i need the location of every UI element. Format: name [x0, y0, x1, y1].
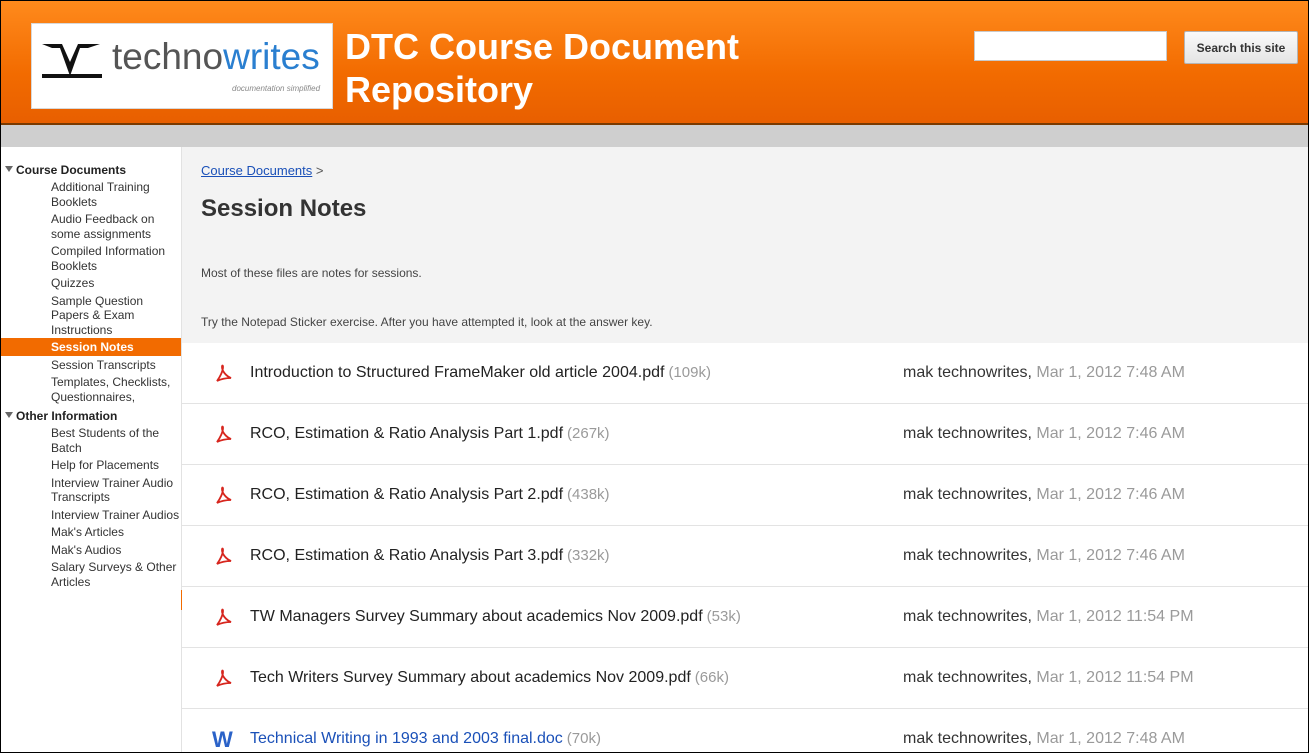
file-author: mak technowrites, — [903, 730, 1032, 747]
file-date: Mar 1, 2012 11:54 PM — [1036, 608, 1194, 625]
pdf-icon — [216, 486, 232, 504]
file-size: (109k) — [668, 364, 711, 381]
file-row[interactable]: TW Managers Survey Summary about academi… — [182, 587, 1308, 648]
sidebar-item-compiled-information-booklets[interactable]: Compiled Information Booklets — [1, 242, 182, 274]
file-author: mak technowrites, — [903, 669, 1032, 686]
sidebar-item-interview-trainer-transcripts[interactable]: Interview Trainer Audio Transcripts — [1, 474, 182, 506]
file-list: Introduction to Structured FrameMaker ol… — [182, 343, 1308, 752]
sidebar-item-sample-question-papers[interactable]: Sample Question Papers & Exam Instructio… — [1, 292, 182, 339]
file-name-text[interactable]: RCO, Estimation & Ratio Analysis Part 3.… — [250, 547, 563, 564]
breadcrumb-link-course-documents[interactable]: Course Documents — [201, 163, 312, 178]
file-author: mak technowrites, — [903, 425, 1032, 442]
site-title[interactable]: DTC Course Document Repository — [345, 25, 905, 111]
pdf-icon — [216, 547, 232, 565]
sidebar-item-session-notes[interactable]: Session Notes — [1, 338, 182, 356]
file-row[interactable]: RCO, Estimation & Ratio Analysis Part 1.… — [182, 404, 1308, 465]
file-author: mak technowrites, — [903, 486, 1032, 503]
file-meta: mak technowrites, Mar 1, 2012 7:46 AM — [903, 547, 1185, 565]
file-name[interactable]: TW Managers Survey Summary about academi… — [250, 608, 741, 626]
file-name-text[interactable]: RCO, Estimation & Ratio Analysis Part 1.… — [250, 425, 563, 442]
file-name-text[interactable]: TW Managers Survey Summary about academi… — [250, 608, 703, 625]
page-header-panel: Course Documents > Session Notes Most of… — [182, 147, 1308, 343]
file-size: (267k) — [567, 425, 610, 442]
file-author: mak technowrites, — [903, 547, 1032, 564]
file-size: (332k) — [567, 547, 610, 564]
file-row[interactable]: RCO, Estimation & Ratio Analysis Part 3.… — [182, 526, 1308, 587]
file-size: (66k) — [694, 669, 729, 686]
search-input[interactable] — [974, 31, 1167, 61]
file-row[interactable]: RCO, Estimation & Ratio Analysis Part 2.… — [182, 465, 1308, 526]
expand-triangle-icon[interactable] — [5, 166, 13, 172]
file-name[interactable]: RCO, Estimation & Ratio Analysis Part 1.… — [250, 425, 610, 443]
sidebar-item-maks-audios[interactable]: Mak's Audios — [1, 541, 182, 559]
logo-word-writes: writes — [223, 36, 320, 77]
file-meta: mak technowrites, Mar 1, 2012 11:54 PM — [903, 608, 1194, 626]
word-icon: W — [212, 727, 233, 752]
search-this-site-button[interactable]: Search this site — [1184, 31, 1298, 64]
breadcrumb-separator: > — [312, 163, 324, 178]
logo-tagline: documentation simplified — [232, 84, 321, 93]
browser-page: technowrites documentation simplified DT… — [0, 0, 1309, 753]
logo-word-techno: techno — [112, 36, 224, 77]
technowrites-logo-mark-icon — [42, 44, 102, 78]
sidebar-item-quizzes[interactable]: Quizzes — [1, 274, 182, 292]
file-date: Mar 1, 2012 7:48 AM — [1036, 364, 1185, 381]
file-name-text[interactable]: Introduction to Structured FrameMaker ol… — [250, 364, 664, 381]
file-author: mak technowrites, — [903, 608, 1032, 625]
file-name[interactable]: Introduction to Structured FrameMaker ol… — [250, 364, 711, 382]
sidebar-item-interview-trainer-audios[interactable]: Interview Trainer Audios — [1, 506, 182, 524]
pdf-icon — [216, 425, 232, 443]
sidebar-item-best-students[interactable]: Best Students of the Batch — [1, 424, 182, 456]
sidebar-item-maks-articles[interactable]: Mak's Articles — [1, 523, 182, 541]
file-name[interactable]: RCO, Estimation & Ratio Analysis Part 3.… — [250, 547, 610, 565]
file-name-text[interactable]: Tech Writers Survey Summary about academ… — [250, 669, 691, 686]
file-name[interactable]: Tech Writers Survey Summary about academ… — [250, 669, 729, 687]
file-meta: mak technowrites, Mar 1, 2012 11:54 PM — [903, 669, 1194, 687]
file-size: (70k) — [566, 730, 601, 747]
file-date: Mar 1, 2012 7:46 AM — [1036, 547, 1185, 564]
pdf-icon — [216, 608, 232, 626]
page-description-line-2: Try the Notepad Sticker exercise. After … — [201, 315, 653, 329]
sidebar-section-course-documents[interactable]: Course Documents — [1, 147, 182, 178]
horizontal-nav-bar — [1, 125, 1308, 147]
sidebar-section-title[interactable]: Course Documents — [16, 163, 126, 177]
sidebar-item-salary-surveys[interactable]: Salary Surveys & Other Articles — [1, 558, 182, 590]
file-date: Mar 1, 2012 7:48 AM — [1036, 730, 1185, 747]
logo-wordmark: technowrites — [112, 36, 320, 78]
pdf-icon — [216, 669, 232, 687]
sidebar-item-help-for-placements[interactable]: Help for Placements — [1, 456, 182, 474]
file-meta: mak technowrites, Mar 1, 2012 7:48 AM — [903, 730, 1185, 748]
file-size: (53k) — [706, 608, 741, 625]
technowrites-logo[interactable]: technowrites documentation simplified — [31, 23, 333, 109]
file-size: (438k) — [567, 486, 610, 503]
page-description-line-1: Most of these files are notes for sessio… — [201, 266, 422, 280]
file-row[interactable]: Introduction to Structured FrameMaker ol… — [182, 343, 1308, 404]
sidebar-section-title[interactable]: Other Information — [16, 409, 117, 423]
pdf-icon — [216, 364, 232, 382]
page-title: Session Notes — [201, 195, 367, 222]
main-content: Course Documents > Session Notes Most of… — [182, 147, 1308, 752]
breadcrumb: Course Documents > — [201, 163, 324, 178]
sidebar-item-audio-feedback[interactable]: Audio Feedback on some assignments — [1, 210, 182, 242]
file-date: Mar 1, 2012 11:54 PM — [1036, 669, 1194, 686]
site-header: technowrites documentation simplified DT… — [1, 1, 1308, 125]
file-date: Mar 1, 2012 7:46 AM — [1036, 425, 1185, 442]
file-name-link[interactable]: Technical Writing in 1993 and 2003 final… — [250, 730, 563, 747]
expand-triangle-icon[interactable] — [5, 412, 13, 418]
file-name-text[interactable]: RCO, Estimation & Ratio Analysis Part 2.… — [250, 486, 563, 503]
sidebar-navigation: Course Documents Additional Training Boo… — [1, 147, 182, 752]
file-name[interactable]: RCO, Estimation & Ratio Analysis Part 2.… — [250, 486, 610, 504]
sidebar-item-templates-checklists[interactable]: Templates, Checklists, Questionnaires, — [1, 373, 182, 405]
file-meta: mak technowrites, Mar 1, 2012 7:48 AM — [903, 364, 1185, 382]
file-meta: mak technowrites, Mar 1, 2012 7:46 AM — [903, 425, 1185, 443]
sidebar-item-session-transcripts[interactable]: Session Transcripts — [1, 356, 182, 374]
file-row[interactable]: W Technical Writing in 1993 and 2003 fin… — [182, 709, 1308, 752]
sidebar-section-other-information[interactable]: Other Information — [1, 405, 182, 424]
file-row[interactable]: Tech Writers Survey Summary about academ… — [182, 648, 1308, 709]
file-name[interactable]: Technical Writing in 1993 and 2003 final… — [250, 730, 601, 748]
sidebar-item-additional-training-booklets[interactable]: Additional Training Booklets — [1, 178, 182, 210]
file-meta: mak technowrites, Mar 1, 2012 7:46 AM — [903, 486, 1185, 504]
file-date: Mar 1, 2012 7:46 AM — [1036, 486, 1185, 503]
file-author: mak technowrites, — [903, 364, 1032, 381]
